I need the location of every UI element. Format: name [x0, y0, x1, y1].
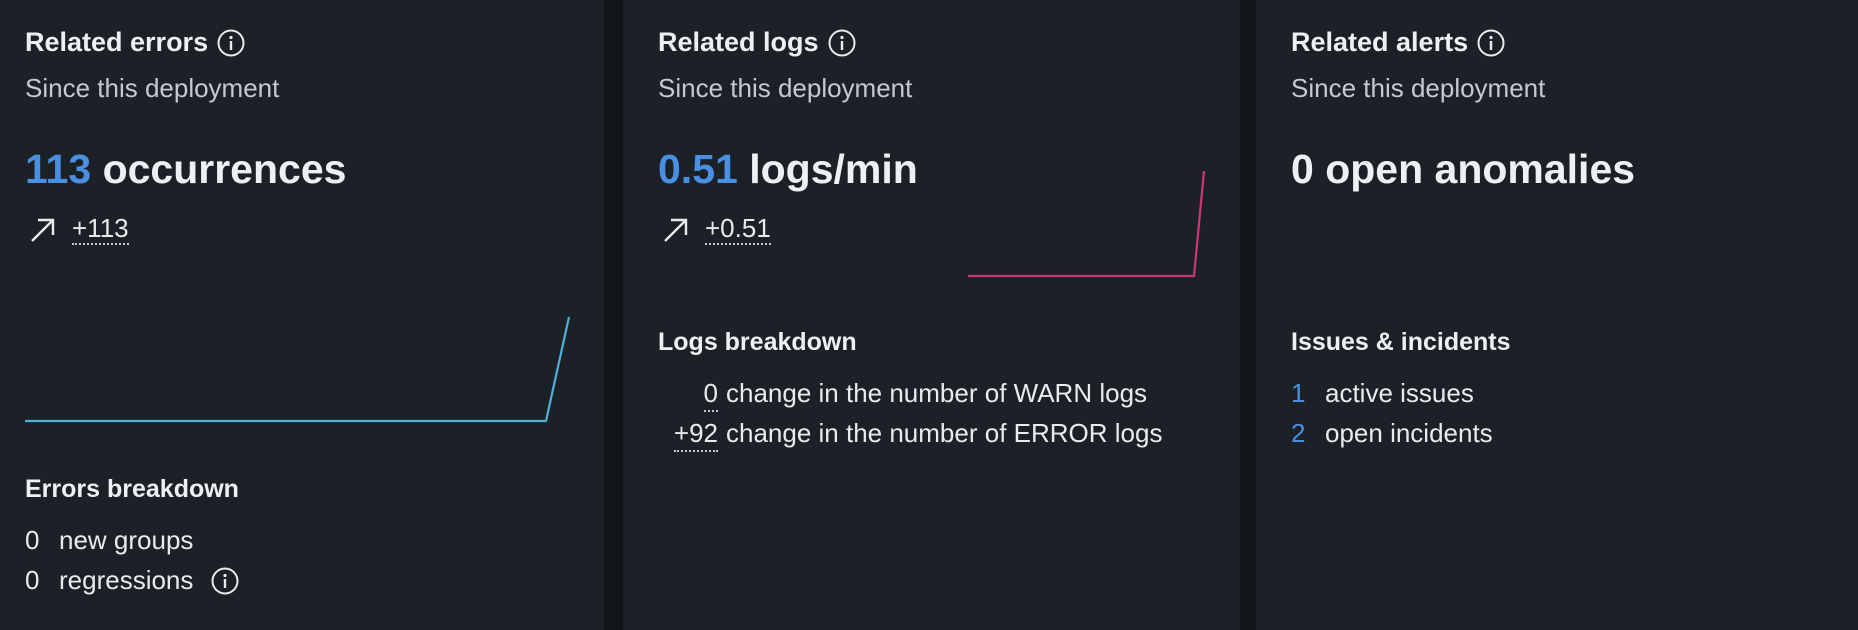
warn-change-count[interactable]: 0	[703, 378, 718, 412]
related-logs-card: Related logs Since this deployment 0.51 …	[623, 0, 1240, 630]
logs-metric: 0.51 logs/min	[658, 146, 918, 193]
related-alerts-card: Related alerts Since this deployment 0 o…	[1256, 0, 1858, 630]
related-alerts-subtitle: Since this deployment	[1291, 73, 1546, 103]
logs-sparkline-line	[968, 170, 1206, 278]
active-issues-count: 1	[1291, 378, 1306, 408]
info-icon[interactable]	[828, 29, 856, 57]
new-groups-count: 0	[25, 525, 40, 555]
errors-metric-value: 113	[25, 146, 92, 192]
open-incidents-count: 2	[1291, 418, 1306, 448]
deployment-summary: Related errors Since this deployment 113…	[0, 0, 1858, 630]
related-alerts-header: Related alerts	[1291, 27, 1505, 58]
errors-metric: 113 occurrences	[25, 146, 346, 193]
error-change-label: change in the number of ERROR logs	[726, 418, 1163, 448]
related-logs-subtitle: Since this deployment	[658, 73, 913, 103]
active-issues-row[interactable]: 1 active issues	[1291, 378, 1474, 409]
logs-metric-unit: logs/min	[749, 146, 918, 192]
regressions-label: regressions	[59, 565, 194, 595]
info-icon[interactable]	[217, 29, 245, 57]
alerts-metric: 0 open anomalies	[1291, 146, 1636, 192]
logs-breakdown-row-warn: 0 change in the number of WARN logs	[658, 378, 1148, 412]
logs-metric-value: 0.51	[658, 146, 738, 192]
errors-trend-value[interactable]: +113	[72, 215, 129, 245]
info-icon[interactable]	[211, 567, 239, 595]
open-incidents-row[interactable]: 2 open incidents	[1291, 418, 1493, 449]
warn-change-count-wrap: 0	[658, 378, 718, 412]
error-change-count[interactable]: +92	[673, 418, 718, 452]
errors-breakdown-row-regressions: 0 regressions	[25, 565, 239, 596]
arrow-up-right-icon	[31, 218, 55, 242]
logs-breakdown-title: Logs breakdown	[658, 328, 857, 356]
related-errors-header: Related errors	[25, 27, 245, 58]
errors-sparkline-line	[25, 316, 571, 423]
related-errors-card: Related errors Since this deployment 113…	[0, 0, 604, 630]
regressions-count: 0	[25, 565, 40, 595]
active-issues-label: active issues	[1325, 378, 1474, 408]
logs-trend-value[interactable]: +0.51	[705, 215, 771, 245]
arrow-up-right-icon	[664, 218, 688, 242]
warn-change-label: change in the number of WARN logs	[726, 378, 1148, 408]
issues-incidents-title: Issues & incidents	[1291, 328, 1511, 356]
errors-breakdown-title: Errors breakdown	[25, 475, 239, 503]
related-alerts-title: Related alerts	[1291, 27, 1469, 57]
info-icon[interactable]	[1477, 29, 1505, 57]
errors-metric-unit: occurrences	[102, 146, 347, 192]
related-logs-title: Related logs	[658, 27, 819, 57]
logs-breakdown-row-error: +92 change in the number of ERROR logs	[658, 418, 1163, 452]
logs-trend: +0.51	[661, 215, 771, 245]
errors-trend: +113	[28, 215, 129, 245]
related-errors-subtitle: Since this deployment	[25, 73, 280, 103]
error-change-count-wrap: +92	[658, 418, 718, 452]
new-groups-label: new groups	[59, 525, 194, 555]
logs-sparkline	[968, 170, 1206, 278]
related-errors-title: Related errors	[25, 27, 209, 57]
errors-breakdown-row-new-groups: 0 new groups	[25, 525, 193, 556]
open-incidents-label: open incidents	[1325, 418, 1493, 448]
errors-sparkline	[25, 316, 571, 423]
related-logs-header: Related logs	[658, 27, 856, 58]
